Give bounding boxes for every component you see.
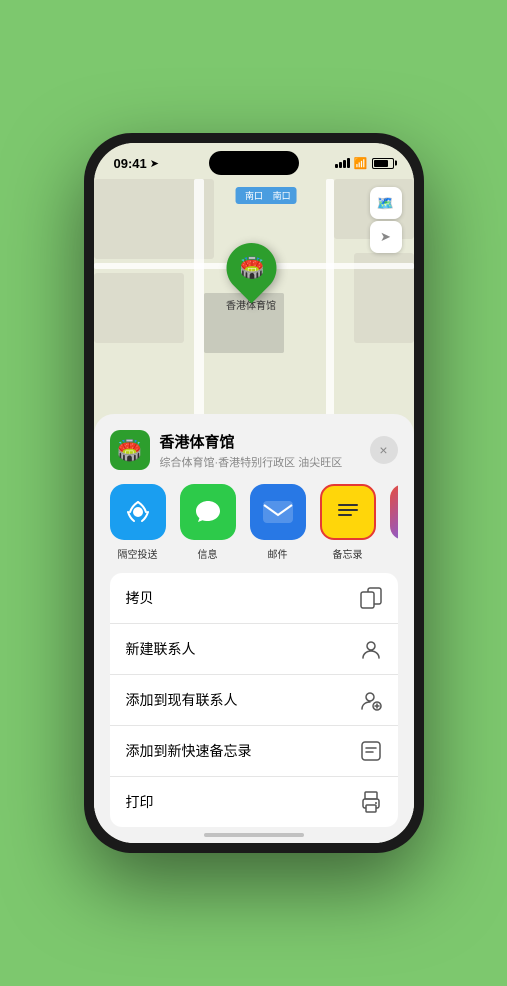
messages-icon <box>180 484 236 540</box>
add-contact-icon <box>360 689 382 711</box>
action-add-notes-label: 添加到新快速备忘录 <box>126 741 252 761</box>
messages-label: 信息 <box>198 546 218 561</box>
home-indicator <box>204 833 304 837</box>
signal-bars <box>335 158 350 168</box>
print-icon <box>360 791 382 813</box>
map-pin: 🏟️ 香港体育馆 <box>226 243 276 312</box>
location-icon: ➤ <box>150 157 159 170</box>
phone-screen: 09:41 ➤ 📶 <box>94 143 414 843</box>
share-messages[interactable]: 信息 <box>180 484 236 561</box>
share-row: 隔空投送 信息 <box>110 484 398 573</box>
action-new-contact[interactable]: 新建联系人 <box>110 624 398 675</box>
share-notes[interactable]: 备忘录 <box>320 484 376 561</box>
share-airdrop[interactable]: 隔空投送 <box>110 484 166 561</box>
bottom-sheet: 🏟️ 香港体育馆 综合体育馆·香港特别行政区 油尖旺区 × <box>94 414 414 843</box>
mail-label: 邮件 <box>268 546 288 561</box>
action-copy-label: 拷贝 <box>126 588 154 608</box>
venue-emoji: 🏟️ <box>117 438 142 463</box>
notes-icon <box>320 484 376 540</box>
venue-info: 香港体育馆 综合体育馆·香港特别行政区 油尖旺区 <box>160 431 360 470</box>
quick-note-icon <box>360 740 382 762</box>
action-add-notes[interactable]: 添加到新快速备忘录 <box>110 726 398 777</box>
action-add-existing-label: 添加到现有联系人 <box>126 690 238 710</box>
close-button[interactable]: × <box>370 436 398 464</box>
copy-icon <box>360 587 382 609</box>
map-type-button[interactable]: 🗺️ <box>370 187 402 219</box>
wifi-icon: 📶 <box>354 157 368 170</box>
mail-icon <box>250 484 306 540</box>
dynamic-island <box>209 151 299 175</box>
more-icon <box>390 484 398 540</box>
venue-icon: 🏟️ <box>110 430 150 470</box>
map-controls: 🗺️ ➤ <box>370 187 402 253</box>
status-time: 09:41 <box>114 156 147 171</box>
phone-frame: 09:41 ➤ 📶 <box>84 133 424 853</box>
venue-name: 香港体育馆 <box>160 431 360 452</box>
venue-subtitle: 综合体育馆·香港特别行政区 油尖旺区 <box>160 454 360 470</box>
new-contact-icon <box>360 638 382 660</box>
action-copy[interactable]: 拷贝 <box>110 573 398 624</box>
location-button[interactable]: ➤ <box>370 221 402 253</box>
share-more[interactable]: 提 <box>390 484 398 561</box>
notes-label: 备忘录 <box>333 546 363 561</box>
map-label: 南口 南口 <box>235 187 297 204</box>
action-print-label: 打印 <box>126 792 154 812</box>
map-label-tag: 南口 <box>241 190 267 202</box>
action-print[interactable]: 打印 <box>110 777 398 827</box>
pin-circle: 🏟️ <box>216 233 287 304</box>
action-new-contact-label: 新建联系人 <box>126 639 196 659</box>
action-list: 拷贝 新建联系人 添加到现有联系人 <box>110 573 398 827</box>
pin-emoji: 🏟️ <box>239 256 264 281</box>
airdrop-icon <box>110 484 166 540</box>
sheet-header: 🏟️ 香港体育馆 综合体育馆·香港特别行政区 油尖旺区 × <box>110 430 398 470</box>
share-mail[interactable]: 邮件 <box>250 484 306 561</box>
action-add-existing[interactable]: 添加到现有联系人 <box>110 675 398 726</box>
airdrop-label: 隔空投送 <box>118 546 158 561</box>
status-icons: 📶 <box>335 157 394 170</box>
map-label-text: 南口 <box>273 191 291 201</box>
battery-icon <box>372 158 394 169</box>
